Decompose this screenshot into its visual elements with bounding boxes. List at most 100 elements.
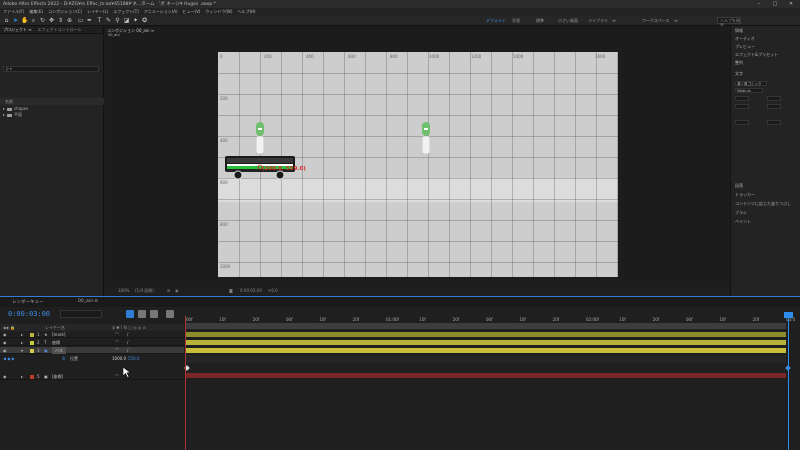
keyframe-nav-icon[interactable]: ◀ ◆ ▶ xyxy=(3,355,15,362)
visibility-eye-icon[interactable]: ◉ xyxy=(3,339,7,346)
frame-blend-icon[interactable] xyxy=(150,310,158,318)
rectangle-tool-icon[interactable]: ▭ xyxy=(77,17,84,24)
layer-duration-bar[interactable] xyxy=(186,348,786,353)
expand-arrow-icon[interactable]: ▸ xyxy=(21,331,23,338)
layer-label-color[interactable] xyxy=(30,340,34,345)
zoom-tool-icon[interactable]: ⌕ xyxy=(30,17,37,24)
workspace-learn-tab[interactable]: 学習 xyxy=(512,17,520,24)
project-name-column-header[interactable]: 名前 xyxy=(0,98,104,105)
quality-switch-icon[interactable]: / xyxy=(127,347,128,354)
layer-name[interactable]: [mark] xyxy=(52,331,65,338)
tab-project[interactable]: プロジェクト ≡ xyxy=(3,27,32,33)
resolution-select[interactable]: (1/4 画質) xyxy=(135,287,154,295)
workspace-standard-tab[interactable]: 標準 xyxy=(536,17,544,24)
layer-row[interactable]: ◉ ▸ 2 T 座標 ⌒ / xyxy=(0,339,184,346)
horizontal-scale-field[interactable] xyxy=(767,120,781,125)
pen-tool-icon[interactable]: ✒ xyxy=(86,17,93,24)
panel-character[interactable]: 文字 xyxy=(735,71,743,77)
layer-track[interactable] xyxy=(186,339,786,346)
home-icon[interactable]: ⌂ xyxy=(3,17,10,24)
panel-content-aware-fill[interactable]: コンテンツに応じた塗りつぶし xyxy=(735,201,791,207)
minimize-button[interactable]: – xyxy=(752,0,766,8)
shy-switch-icon[interactable]: ⌒ xyxy=(115,373,119,380)
tab-render-queue[interactable]: レンダーキュー xyxy=(12,299,44,305)
hand-tool-icon[interactable]: ✋ xyxy=(21,17,28,24)
zoom-level[interactable]: 100% xyxy=(118,287,129,295)
menu-animation[interactable]: アニメーション(A) xyxy=(144,9,178,15)
playhead[interactable] xyxy=(788,318,789,450)
layer-track[interactable] xyxy=(186,372,786,379)
layer-name[interactable]: 座標 xyxy=(52,339,60,346)
brush-tool-icon[interactable]: ✎ xyxy=(105,17,112,24)
menu-composition[interactable]: コンポジション(C) xyxy=(48,9,82,15)
dolly-tool-icon[interactable]: ⇕ xyxy=(57,17,64,24)
menu-view[interactable]: ビュー(V) xyxy=(183,9,201,15)
expand-arrow-icon[interactable]: ▾ xyxy=(21,347,23,354)
expand-arrow-icon[interactable]: ▸ xyxy=(21,373,23,380)
layer-row[interactable]: ◉ ▸ 1 ★ [mark] ⌒ / xyxy=(0,331,184,338)
workspace-small-tab[interactable]: 小さい画面 xyxy=(558,17,578,24)
workspace-library-tab[interactable]: ライブラリ xyxy=(588,17,608,24)
layer-duration-bar[interactable] xyxy=(186,332,786,337)
shy-switch-icon[interactable]: ⌒ xyxy=(115,339,119,346)
position-x-value[interactable]: 1000.0 xyxy=(112,355,126,362)
footer-timecode[interactable]: 0:00:03:00 xyxy=(240,287,262,295)
layer-label-color[interactable] xyxy=(30,332,34,337)
pan-behind-tool-icon[interactable]: ⊕ xyxy=(66,17,73,24)
layer-search-input[interactable] xyxy=(60,310,102,318)
grid-toggle-icon[interactable]: ⊞ xyxy=(167,287,170,295)
layer-duration-bar[interactable] xyxy=(186,373,786,378)
tab-effect-controls[interactable]: エフェクトコントロール xyxy=(38,27,82,33)
menu-effect[interactable]: エフェクト(T) xyxy=(113,9,139,15)
font-size-field[interactable] xyxy=(735,96,749,101)
font-style-select[interactable]: Medium xyxy=(735,88,763,93)
property-row-position[interactable]: ◀ ◆ ▶ ⏱ 位置 1000.0 550.0 xyxy=(0,355,184,362)
menu-help[interactable]: ヘルプ(H) xyxy=(237,9,255,15)
roto-brush-tool-icon[interactable]: ✦ xyxy=(132,17,139,24)
layer-track[interactable] xyxy=(186,347,786,354)
panel-audio[interactable]: オーディオ xyxy=(735,36,755,42)
layer-name[interactable]: バス xyxy=(52,347,66,354)
panel-tracker[interactable]: トラッカー xyxy=(735,192,755,198)
help-search-input[interactable]: ヘルプを検索 xyxy=(717,17,741,28)
expand-arrow-icon[interactable]: ▸ xyxy=(3,112,5,118)
work-area-bar[interactable] xyxy=(186,323,786,329)
layer-name-header[interactable]: レイヤー名 xyxy=(45,324,65,331)
exposure-value[interactable]: +0.0 xyxy=(268,287,278,295)
eraser-tool-icon[interactable]: ◪ xyxy=(123,17,130,24)
leading-field[interactable] xyxy=(767,96,781,101)
shy-switch-icon[interactable]: ⌒ xyxy=(115,331,119,338)
type-tool-icon[interactable]: T xyxy=(96,17,103,24)
layer-name[interactable]: [座標] xyxy=(52,373,63,380)
timeline-timecode[interactable]: 0:00:03:00 xyxy=(8,310,50,318)
menu-file[interactable]: ファイル(F) xyxy=(3,9,24,15)
panel-info[interactable]: 情報 xyxy=(735,28,743,34)
workspace-default-tab[interactable]: デフォルト xyxy=(486,17,506,24)
layer-label-color[interactable] xyxy=(30,374,34,379)
panel-align[interactable]: 整列 xyxy=(735,60,743,66)
camera-snapshot-icon[interactable]: ◙ xyxy=(229,287,233,295)
layer-row-selected[interactable]: ◉ ▾ 3 ▣ バス ⌒ / xyxy=(0,347,184,354)
puppet-tool-icon[interactable]: ✪ xyxy=(141,17,148,24)
property-track[interactable] xyxy=(186,355,786,363)
draft-3d-icon[interactable] xyxy=(126,310,134,318)
visibility-eye-icon[interactable]: ◉ xyxy=(3,373,7,380)
clone-stamp-tool-icon[interactable]: ⚲ xyxy=(114,17,121,24)
workspace-more-icon[interactable]: ≫ xyxy=(612,17,616,24)
visibility-eye-icon[interactable]: ◉ xyxy=(3,347,7,354)
time-ruler[interactable]: 00f 10f 20f 00f 10f 20f 01:00f 10f 20f 00f 10f 20f 0… xyxy=(186,309,800,323)
project-item[interactable]: ▸ 平面 xyxy=(3,112,22,118)
panel-preview[interactable]: プレビュー xyxy=(735,44,755,50)
orbit-tool-icon[interactable]: ↻ xyxy=(39,17,46,24)
shy-switch-icon[interactable]: ⌒ xyxy=(115,347,119,354)
panel-effects-presets[interactable]: エフェクト&プリセット xyxy=(735,52,778,58)
quality-switch-icon[interactable]: / xyxy=(127,339,128,346)
vertical-scale-field[interactable] xyxy=(735,120,749,125)
composition-subtab[interactable]: 00_ani xyxy=(108,33,120,37)
kerning-field[interactable] xyxy=(735,104,749,109)
visibility-eye-icon[interactable]: ◉ xyxy=(3,331,7,338)
graph-editor-icon[interactable] xyxy=(166,310,174,318)
pan-tool-icon[interactable]: ✥ xyxy=(48,17,55,24)
quality-switch-icon[interactable]: / xyxy=(127,331,128,338)
layer-duration-bar[interactable] xyxy=(186,340,786,345)
